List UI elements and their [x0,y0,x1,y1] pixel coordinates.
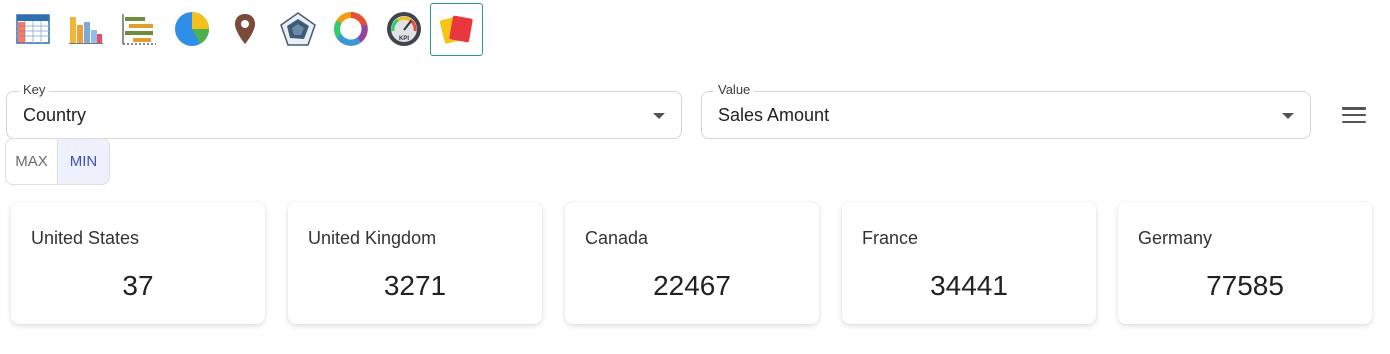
gantt-chart-button[interactable] [112,3,165,56]
donut-chart-button[interactable] [324,3,377,56]
card-value: 3271 [383,270,447,301]
card-value: 77585 [1206,270,1284,301]
country-card: France 34441 [842,202,1096,324]
view-toolbar: KPI [6,2,483,56]
map-pin-icon [234,14,255,44]
max-toggle-button[interactable]: MAX [6,139,57,184]
donut-chart-icon [333,12,368,46]
bar-chart-button[interactable] [59,3,112,56]
max-min-toggle: MAX MIN [5,138,110,185]
value-select[interactable]: Value Sales Amount [701,82,1311,139]
country-card: United States 37 [11,202,265,324]
table-view-icon [15,14,50,44]
key-select[interactable]: Key Country [6,82,682,139]
card-title: Germany [1138,228,1213,248]
cards-view-icon [439,15,473,44]
bar-chart-icon [68,17,103,44]
card-title: France [862,228,919,248]
table-view-button[interactable] [6,3,59,56]
pie-chart-button[interactable] [165,3,218,56]
cards-view-button[interactable] [430,2,483,56]
map-pin-button[interactable] [218,3,271,56]
key-label: Key [19,82,50,97]
svg-text:KPI: KPI [398,36,408,42]
kpi-gauge-button[interactable]: KPI [377,3,430,56]
key-value: Country [23,105,87,125]
card-title: United Kingdom [308,228,437,248]
gantt-chart-icon [121,14,156,45]
card-title: Canada [585,228,649,248]
card-value: 34441 [930,270,1008,301]
radar-chart-button[interactable] [271,3,324,56]
country-card: Canada 22467 [565,202,819,324]
min-toggle-button[interactable]: MIN [57,139,109,184]
chevron-down-icon[interactable] [653,113,665,119]
value-label: Value [714,82,755,97]
menu-icon[interactable] [1340,104,1368,126]
kpi-gauge-icon: KPI [386,12,421,46]
card-title: United States [31,228,140,248]
chevron-down-icon[interactable] [1282,113,1294,119]
country-card: Germany 77585 [1118,202,1372,324]
radar-chart-icon [279,12,316,46]
card-value: 37 [122,270,154,301]
pie-chart-icon [174,12,209,46]
card-value: 22467 [653,270,731,301]
value-value: Sales Amount [718,105,830,125]
country-card: United Kingdom 3271 [288,202,542,324]
